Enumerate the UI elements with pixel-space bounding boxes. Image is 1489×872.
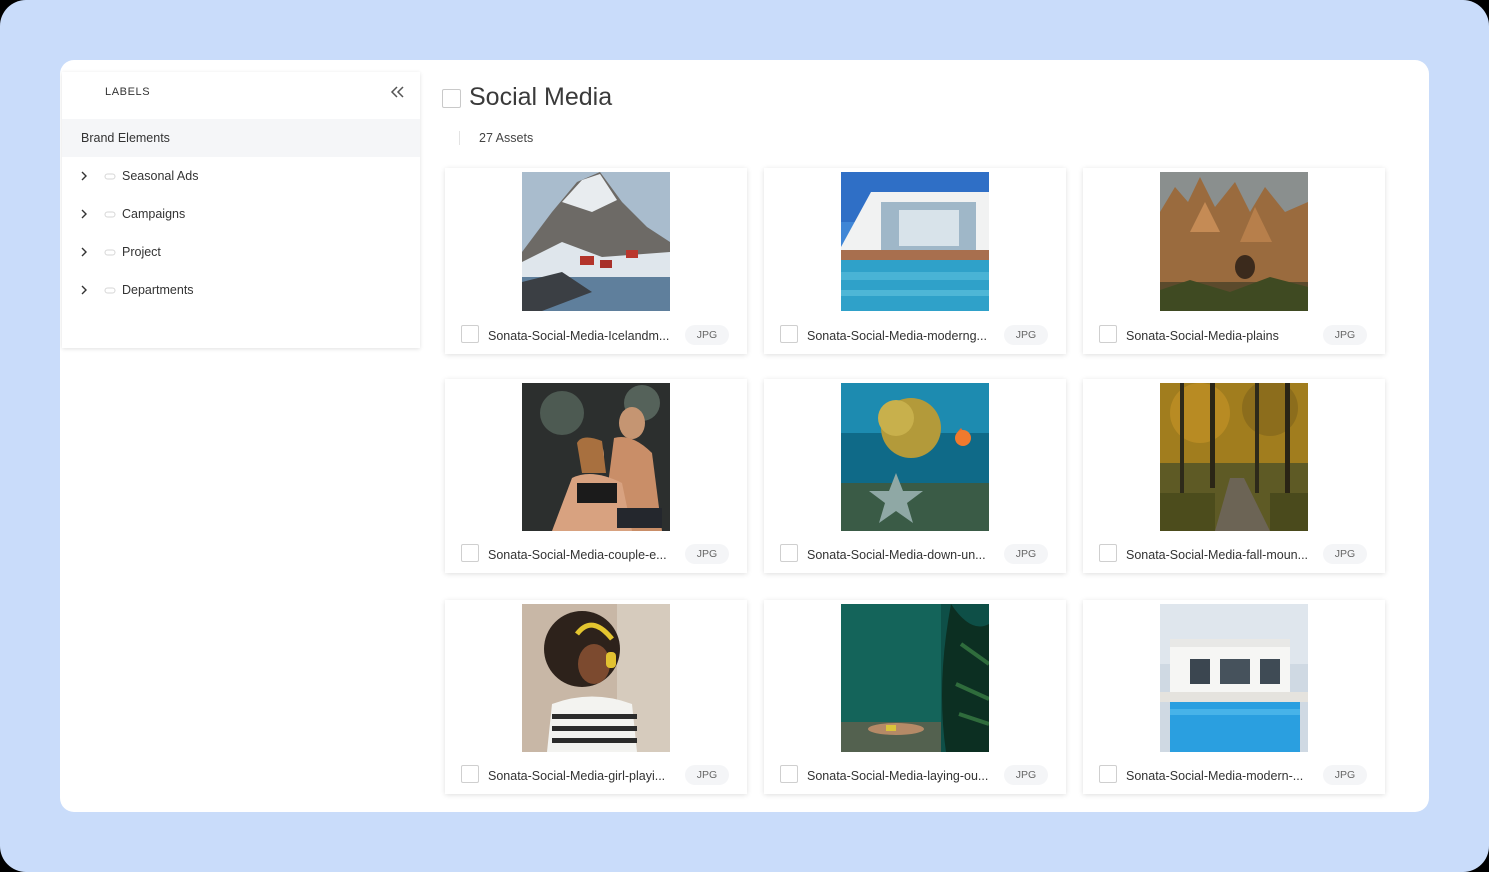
file-type-badge: JPG bbox=[1004, 765, 1048, 785]
asset-card[interactable]: Sonata-Social-Media-couple-e... JPG bbox=[445, 379, 747, 573]
app-background: LABELS Brand Elements Seasonal Ads Campa… bbox=[0, 0, 1489, 872]
sidebar-item-project[interactable]: Project bbox=[62, 237, 420, 267]
asset-thumbnail[interactable] bbox=[1160, 172, 1308, 311]
page-title: Social Media bbox=[469, 83, 613, 111]
chevron-right-icon[interactable] bbox=[78, 207, 90, 221]
asset-count: 27 Assets bbox=[479, 131, 534, 145]
tag-outline-icon bbox=[104, 173, 116, 180]
sidebar-item-label: Seasonal Ads bbox=[122, 169, 199, 183]
file-type-badge: JPG bbox=[685, 325, 729, 345]
asset-name: Sonata-Social-Media-moderng... bbox=[807, 329, 987, 343]
asset-checkbox[interactable] bbox=[780, 765, 798, 783]
asset-card[interactable]: Sonata-Social-Media-girl-playi... JPG bbox=[445, 600, 747, 794]
sidebar-item-label: Departments bbox=[122, 283, 194, 297]
asset-thumbnail[interactable] bbox=[1160, 604, 1308, 752]
asset-card[interactable]: Sonata-Social-Media-fall-moun... JPG bbox=[1083, 379, 1385, 573]
collapse-sidebar-button[interactable] bbox=[388, 82, 408, 102]
asset-name: Sonata-Social-Media-couple-e... bbox=[488, 548, 667, 562]
asset-checkbox[interactable] bbox=[780, 544, 798, 562]
file-type-badge: JPG bbox=[685, 765, 729, 785]
asset-checkbox[interactable] bbox=[1099, 544, 1117, 562]
asset-name: Sonata-Social-Media-Icelandm... bbox=[488, 329, 670, 343]
asset-thumbnail[interactable] bbox=[522, 172, 670, 311]
asset-thumbnail[interactable] bbox=[841, 604, 989, 752]
sidebar-item-campaigns[interactable]: Campaigns bbox=[62, 199, 420, 229]
asset-card[interactable]: Sonata-Social-Media-down-un... JPG bbox=[764, 379, 1066, 573]
sidebar-item-brand-elements[interactable]: Brand Elements bbox=[62, 119, 420, 157]
sidebar-item-seasonal-ads[interactable]: Seasonal Ads bbox=[62, 161, 420, 191]
dam-window: LABELS Brand Elements Seasonal Ads Campa… bbox=[60, 60, 1429, 812]
asset-card[interactable]: Sonata-Social-Media-laying-ou... JPG bbox=[764, 600, 1066, 794]
file-type-badge: JPG bbox=[685, 544, 729, 564]
double-chevron-left-icon bbox=[390, 86, 404, 98]
asset-checkbox[interactable] bbox=[780, 325, 798, 343]
chevron-right-icon[interactable] bbox=[78, 169, 90, 183]
tag-outline-icon bbox=[104, 287, 116, 294]
asset-thumbnail[interactable] bbox=[522, 604, 670, 752]
file-type-badge: JPG bbox=[1323, 544, 1367, 564]
tag-outline-icon bbox=[104, 249, 116, 256]
sidebar-item-label: Brand Elements bbox=[81, 131, 170, 145]
asset-name: Sonata-Social-Media-modern-... bbox=[1126, 769, 1304, 783]
asset-name: Sonata-Social-Media-down-un... bbox=[807, 548, 986, 562]
asset-checkbox[interactable] bbox=[1099, 765, 1117, 783]
asset-checkbox[interactable] bbox=[461, 765, 479, 783]
chevron-right-icon[interactable] bbox=[78, 245, 90, 259]
asset-checkbox[interactable] bbox=[461, 325, 479, 343]
asset-thumbnail[interactable] bbox=[1160, 383, 1308, 531]
file-type-badge: JPG bbox=[1004, 325, 1048, 345]
asset-card[interactable]: Sonata-Social-Media-moderng... JPG bbox=[764, 168, 1066, 354]
sidebar-item-departments[interactable]: Departments bbox=[62, 275, 420, 305]
labels-sidebar: LABELS Brand Elements Seasonal Ads Campa… bbox=[62, 72, 420, 348]
asset-name: Sonata-Social-Media-fall-moun... bbox=[1126, 548, 1309, 562]
asset-card[interactable]: Sonata-Social-Media-modern-... JPG bbox=[1083, 600, 1385, 794]
tag-outline-icon bbox=[104, 211, 116, 218]
divider bbox=[459, 131, 460, 145]
asset-name: Sonata-Social-Media-girl-playi... bbox=[488, 769, 666, 783]
file-type-badge: JPG bbox=[1323, 325, 1367, 345]
select-all-checkbox[interactable] bbox=[442, 89, 461, 108]
sidebar-title: LABELS bbox=[105, 86, 151, 98]
file-type-badge: JPG bbox=[1004, 544, 1048, 564]
chevron-right-icon[interactable] bbox=[78, 283, 90, 297]
asset-thumbnail[interactable] bbox=[841, 172, 989, 311]
asset-card[interactable]: Sonata-Social-Media-Icelandm... JPG bbox=[445, 168, 747, 354]
asset-thumbnail[interactable] bbox=[522, 383, 670, 531]
asset-name: Sonata-Social-Media-laying-ou... bbox=[807, 769, 989, 783]
sidebar-item-label: Campaigns bbox=[122, 207, 186, 221]
asset-checkbox[interactable] bbox=[1099, 325, 1117, 343]
asset-thumbnail[interactable] bbox=[841, 383, 989, 531]
asset-card[interactable]: Sonata-Social-Media-plains JPG bbox=[1083, 168, 1385, 354]
sidebar-item-label: Project bbox=[122, 245, 161, 259]
sidebar-header: LABELS bbox=[62, 72, 420, 112]
asset-name: Sonata-Social-Media-plains bbox=[1126, 329, 1279, 343]
file-type-badge: JPG bbox=[1323, 765, 1367, 785]
asset-checkbox[interactable] bbox=[461, 544, 479, 562]
